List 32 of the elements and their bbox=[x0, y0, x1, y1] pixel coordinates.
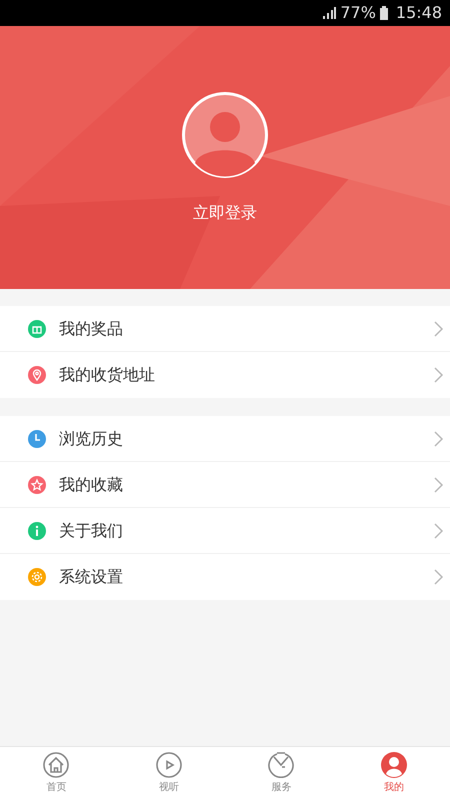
menu-item[interactable]: 我的收货地址 bbox=[0, 352, 450, 398]
tab[interactable]: 我的 bbox=[338, 747, 450, 800]
play-icon bbox=[156, 752, 182, 778]
battery-icon bbox=[380, 6, 388, 20]
menu-item[interactable]: 系统设置 bbox=[0, 554, 450, 600]
menu-label: 我的奖品 bbox=[59, 318, 124, 340]
menu-label: 系统设置 bbox=[59, 566, 124, 588]
menu-label: 我的收藏 bbox=[59, 474, 124, 496]
chevron-right-icon bbox=[434, 522, 444, 538]
menu-item[interactable]: 关于我们 bbox=[0, 508, 450, 554]
menu-label: 我的收货地址 bbox=[59, 364, 156, 386]
chevron-right-icon bbox=[434, 367, 444, 383]
tab[interactable]: 视听 bbox=[112, 747, 225, 800]
menu-label: 关于我们 bbox=[59, 520, 124, 542]
avatar-icon[interactable] bbox=[181, 91, 269, 179]
chevron-right-icon bbox=[434, 569, 444, 585]
user-icon bbox=[380, 752, 407, 778]
home-icon bbox=[43, 752, 70, 778]
menu-item[interactable]: 浏览历史 bbox=[0, 416, 450, 462]
tab[interactable]: 服务 bbox=[225, 747, 338, 800]
signal-icon bbox=[322, 7, 336, 19]
login-link[interactable]: 立即登录 bbox=[193, 201, 257, 225]
clock-time: 15:48 bbox=[396, 2, 442, 24]
menu-item[interactable]: 我的收藏 bbox=[0, 462, 450, 508]
chevron-right-icon bbox=[434, 320, 444, 336]
chevron-right-icon bbox=[434, 430, 444, 446]
battery-percent: 77% bbox=[340, 2, 376, 24]
service-icon bbox=[268, 752, 294, 778]
tab[interactable]: 首页 bbox=[0, 747, 112, 800]
menu-item[interactable]: 我的奖品 bbox=[0, 306, 450, 352]
chevron-right-icon bbox=[434, 476, 444, 492]
menu-label: 浏览历史 bbox=[59, 428, 124, 450]
